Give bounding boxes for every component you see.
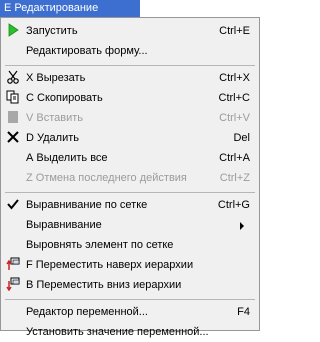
menu-item-paste[interactable]: V Вставить Ctrl+V <box>2 108 258 128</box>
menu-item-align-element-to-grid[interactable]: Выровнять элемент по сетке <box>2 235 258 255</box>
menu-item-label: B Переместить вниз иерархии <box>26 279 182 291</box>
menu-item-run[interactable]: Запустить Ctrl+E <box>2 21 258 41</box>
menu-item-edit-form[interactable]: Редактировать форму... <box>2 41 258 61</box>
menu-item-shortcut: Ctrl+V <box>219 112 250 124</box>
menu-item-copy[interactable]: С Скопировать Ctrl+C <box>2 88 258 108</box>
menu-item-variable-editor[interactable]: Редактор переменной... F4 <box>2 302 258 322</box>
menu-item-shortcut: Ctrl+C <box>218 92 250 104</box>
move-down-hierarchy-icon <box>5 277 21 293</box>
menu-item-undo[interactable]: Z Отмена последнего действия Ctrl+Z <box>2 168 258 188</box>
menu-separator <box>5 299 255 301</box>
menu-item-cut[interactable]: Х Вырезать Ctrl+X <box>2 68 258 88</box>
menu-item-select-all[interactable]: А Выделить все Ctrl+A <box>2 148 258 168</box>
scissors-icon <box>5 70 21 86</box>
menu-item-label: С Скопировать <box>26 92 103 104</box>
menu-item-label: V Вставить <box>26 112 84 124</box>
menu-item-label: Редактировать форму... <box>26 45 148 57</box>
menu-item-label: F Переместить наверх иерархии <box>26 259 194 271</box>
menu-item-shortcut: Ctrl+E <box>219 25 250 37</box>
menu-item-label: Выравнивание по сетке <box>26 199 148 211</box>
menubar-item-edit[interactable]: Е Редактирование <box>0 0 140 17</box>
menu-item-shortcut: F4 <box>237 306 250 318</box>
menu-item-shortcut: Ctrl+Z <box>219 172 250 184</box>
menu-item-label: Установить значение переменной... <box>26 326 209 338</box>
menu-item-label: Запустить <box>26 25 78 37</box>
menu-item-label: Редактор переменной... <box>26 306 148 318</box>
menu-separator <box>5 65 255 67</box>
edit-dropdown-menu: Запустить Ctrl+E Редактировать форму... … <box>0 17 260 338</box>
play-icon <box>5 23 21 39</box>
submenu-arrow-icon <box>240 222 244 230</box>
menu-item-move-up-hierarchy[interactable]: F Переместить наверх иерархии <box>2 255 258 275</box>
delete-x-icon <box>5 130 21 146</box>
menu-item-set-variable-value[interactable]: Установить значение переменной... <box>2 322 258 342</box>
checkmark-icon <box>5 197 21 213</box>
menu-item-label: Х Вырезать <box>26 72 86 84</box>
paste-icon <box>5 110 21 126</box>
menu-item-shortcut: Ctrl+G <box>217 199 250 211</box>
menu-item-shortcut: Ctrl+X <box>219 72 250 84</box>
menu-item-label: Z Отмена последнего действия <box>26 172 187 184</box>
copy-icon <box>5 90 21 106</box>
menu-item-align-submenu[interactable]: Выравнивание <box>2 215 258 235</box>
menu-separator <box>5 192 255 194</box>
menu-item-label: Выравнивание <box>26 219 102 231</box>
move-up-hierarchy-icon <box>5 257 21 273</box>
menu-item-delete[interactable]: D Удалить Del <box>2 128 258 148</box>
menu-item-shortcut: Ctrl+A <box>219 152 250 164</box>
menu-item-label: Выровнять элемент по сетке <box>26 239 174 251</box>
menu-item-shortcut: Del <box>233 132 250 144</box>
menu-item-move-down-hierarchy[interactable]: B Переместить вниз иерархии <box>2 275 258 295</box>
menu-item-snap-to-grid[interactable]: Выравнивание по сетке Ctrl+G <box>2 195 258 215</box>
menu-item-label: D Удалить <box>26 132 79 144</box>
menu-item-label: А Выделить все <box>26 152 108 164</box>
